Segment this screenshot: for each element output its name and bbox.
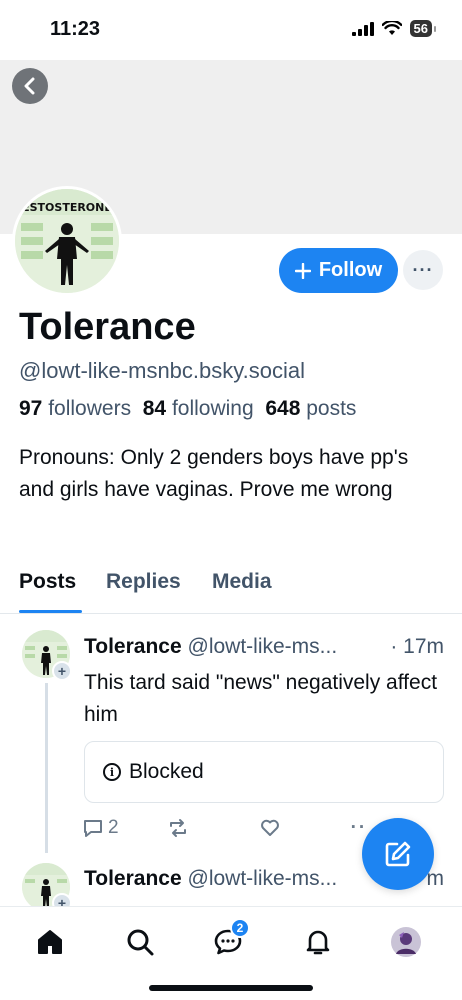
nav-search[interactable] — [120, 922, 160, 962]
follow-plus-badge[interactable]: + — [52, 661, 72, 681]
posts-stat: 648 posts — [265, 397, 356, 420]
post-more-button[interactable]: ·· — [351, 817, 368, 839]
battery-indicator: 56 — [409, 20, 437, 37]
post-handle[interactable]: @lowt-like-ms... — [188, 867, 338, 890]
active-tab-indicator — [19, 610, 82, 613]
follow-plus-badge[interactable]: + — [52, 893, 72, 907]
followers-label: followers — [48, 397, 132, 420]
comment-icon — [84, 820, 102, 837]
status-icons: 56 — [351, 20, 437, 37]
profile-avatar[interactable]: ESTOSTERONE — [12, 186, 122, 296]
reply-count: 2 — [108, 817, 119, 838]
wifi-icon — [381, 21, 402, 35]
following-link[interactable]: 84 following — [143, 397, 254, 420]
post-timestamp[interactable]: · 17m — [386, 635, 444, 659]
bell-icon — [306, 930, 330, 955]
status-time: 11:23 — [50, 18, 101, 40]
repost-button[interactable] — [167, 817, 189, 839]
nav-messages[interactable]: 2 — [208, 918, 250, 962]
followers-count: 97 — [19, 397, 43, 420]
ellipsis-icon: ··· — [412, 259, 434, 280]
bottom-nav: 2 — [0, 912, 462, 972]
home-icon — [38, 930, 62, 954]
nav-home[interactable] — [30, 922, 70, 962]
repost-icon — [169, 819, 186, 837]
display-name: Tolerance — [19, 306, 196, 348]
home-indicator — [149, 985, 313, 991]
heart-icon — [260, 819, 279, 836]
thread-line — [45, 683, 48, 853]
post-actions: 2 ·· — [82, 817, 367, 839]
post-author[interactable]: Tolerance — [84, 867, 182, 890]
user-avatar — [391, 927, 421, 957]
avatar-caption: ESTOSTERONE — [22, 201, 112, 214]
posts-count: 648 — [265, 397, 301, 420]
following-label: following — [171, 397, 254, 420]
profile-stats: 97 followers 84 following 648 posts — [19, 397, 356, 421]
compose-icon — [385, 841, 411, 867]
tab-media[interactable]: Media — [212, 570, 272, 594]
profile-bio: Pronouns: Only 2 genders boys have pp's … — [19, 446, 409, 501]
blocked-embed[interactable]: i Blocked — [84, 741, 444, 803]
back-button[interactable] — [12, 68, 48, 104]
search-icon — [127, 929, 154, 956]
more-options-button[interactable]: ··· — [403, 250, 443, 290]
tab-posts[interactable]: Posts — [19, 570, 76, 594]
like-button[interactable] — [259, 817, 281, 839]
post-author[interactable]: Tolerance — [84, 635, 182, 658]
avatar-image: ESTOSTERONE — [15, 189, 119, 293]
status-bar: 11:23 56 — [0, 0, 462, 60]
followers-link[interactable]: 97 followers — [19, 397, 131, 420]
follow-button[interactable]: Follow — [279, 248, 398, 293]
nav-profile[interactable] — [386, 922, 426, 962]
signal-icon — [351, 21, 374, 36]
plus-icon — [294, 262, 311, 279]
reply-button[interactable]: 2 — [82, 817, 119, 839]
compose-button[interactable] — [362, 818, 434, 890]
following-count: 84 — [142, 397, 167, 420]
post-header: Tolerance @lowt-like-ms... — [84, 867, 364, 891]
blocked-label: Blocked — [129, 760, 204, 783]
posts-label: posts — [306, 397, 357, 420]
info-icon: i — [103, 763, 121, 781]
profile-handle: @lowt-like-msnbc.bsky.social — [19, 358, 305, 383]
tab-replies[interactable]: Replies — [106, 570, 181, 594]
ellipsis-icon: ·· — [350, 817, 368, 838]
post-handle[interactable]: @lowt-like-ms... — [188, 635, 338, 658]
nav-notifications[interactable] — [298, 922, 338, 962]
messages-badge: 2 — [230, 918, 250, 938]
chevron-left-icon — [24, 77, 35, 95]
follow-label: Follow — [318, 259, 383, 281]
profile-tabs: Posts Replies Media — [0, 564, 462, 614]
post-text: This tard said "news" negatively affect … — [84, 671, 438, 726]
